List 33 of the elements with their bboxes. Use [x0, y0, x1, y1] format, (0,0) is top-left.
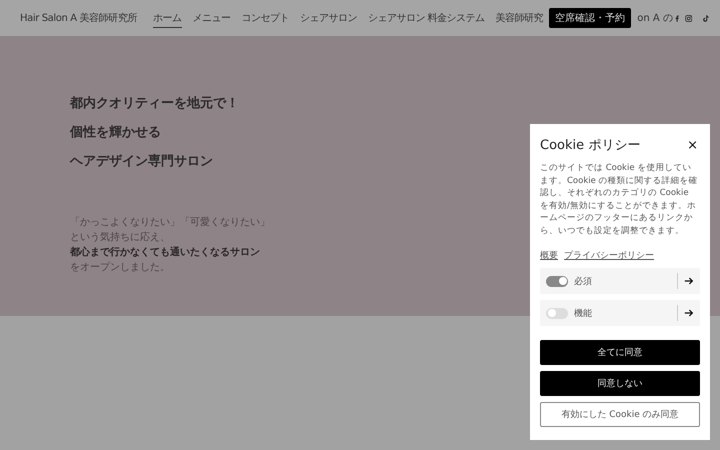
site-logo[interactable]: Hair Salon A 美容師研究所 — [20, 11, 138, 25]
toggle-switch[interactable] — [546, 276, 568, 286]
consent-button[interactable]: 有効にした Cookie のみ同意 — [540, 402, 700, 427]
nav-link[interactable]: コンセプト — [242, 8, 290, 28]
category-label: 必須 — [574, 276, 593, 288]
arrow-right-icon[interactable] — [684, 308, 694, 318]
policy-link[interactable]: プライバシーポリシー — [564, 249, 654, 262]
policy-link[interactable]: 概要 — [540, 249, 558, 262]
nav-link[interactable]: ホーム — [153, 8, 182, 28]
instagram-icon[interactable] — [684, 12, 692, 24]
facebook-icon[interactable] — [674, 12, 679, 24]
nav-link[interactable]: シェアサロン 料金システム — [368, 8, 485, 28]
reserve-button[interactable]: 空席確認・予約 — [549, 8, 632, 28]
headline: 個性を輝かせる — [70, 124, 161, 141]
cookie-description: このサイトでは Cookie を使用しています。Cookie の種類に関する詳細を確認し、それぞれのカテゴリの Cookie を有効/無効にすることができます。ホームページのフッターにあるリンクから、いつでも設定を調整できます。 — [540, 162, 699, 237]
arrow-right-icon[interactable] — [684, 276, 694, 286]
category-label: 機能 — [574, 308, 593, 320]
body-text: 都心まで行かなくても通いたくなるサロン — [70, 245, 260, 260]
body-text: をオープンしました。 — [70, 260, 170, 275]
consent-button[interactable]: 全てに同意 — [540, 340, 700, 365]
close-button[interactable]: × — [685, 138, 700, 152]
toggle-switch[interactable] — [546, 308, 568, 318]
body-text: 「かっこよくなりたい」「可愛くなりたい」 — [70, 216, 270, 230]
nav-link[interactable]: メニュー — [192, 8, 231, 28]
cookie-title: Cookie ポリシー — [540, 137, 640, 154]
tiktok-icon[interactable] — [702, 12, 710, 24]
nav-link[interactable]: on A の — [637, 11, 673, 25]
headline: ヘアデザイン専門サロン — [70, 152, 213, 170]
nav-link[interactable]: 美容師研究 — [496, 8, 544, 28]
consent-button[interactable]: 同意しない — [540, 371, 700, 396]
headline: 都内クオリティーを地元で！ — [70, 95, 239, 112]
body-text: という気持ちに応え、 — [70, 230, 170, 245]
nav-link[interactable]: シェアサロン — [300, 8, 358, 28]
